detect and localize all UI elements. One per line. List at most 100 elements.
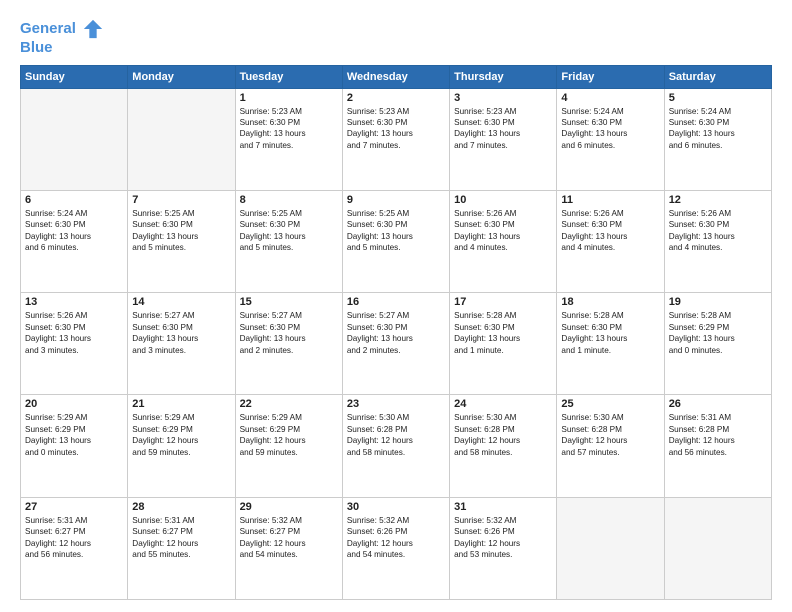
cell-info: and 7 minutes. (454, 140, 552, 151)
cell-info: and 0 minutes. (669, 345, 767, 356)
cell-info: Sunset: 6:30 PM (240, 322, 338, 333)
cell-info: Sunrise: 5:30 AM (454, 412, 552, 423)
cell-info: Sunrise: 5:27 AM (240, 310, 338, 321)
calendar-cell: 24Sunrise: 5:30 AMSunset: 6:28 PMDayligh… (450, 395, 557, 497)
cell-info: and 3 minutes. (132, 345, 230, 356)
cell-info: Sunset: 6:30 PM (561, 219, 659, 230)
cell-info: Daylight: 13 hours (347, 128, 445, 139)
day-number: 15 (240, 296, 338, 308)
calendar-cell: 30Sunrise: 5:32 AMSunset: 6:26 PMDayligh… (342, 497, 449, 599)
cell-info: Daylight: 12 hours (454, 435, 552, 446)
calendar-cell: 16Sunrise: 5:27 AMSunset: 6:30 PMDayligh… (342, 293, 449, 395)
cell-info: Sunset: 6:30 PM (454, 219, 552, 230)
calendar-cell: 3Sunrise: 5:23 AMSunset: 6:30 PMDaylight… (450, 88, 557, 190)
cell-info: and 54 minutes. (240, 549, 338, 560)
cell-info: Daylight: 13 hours (25, 435, 123, 446)
calendar-cell: 12Sunrise: 5:26 AMSunset: 6:30 PMDayligh… (664, 190, 771, 292)
weekday-header-row: SundayMondayTuesdayWednesdayThursdayFrid… (21, 65, 772, 88)
cell-info: and 4 minutes. (454, 242, 552, 253)
cell-info: Sunrise: 5:32 AM (454, 515, 552, 526)
calendar-week-2: 6Sunrise: 5:24 AMSunset: 6:30 PMDaylight… (21, 190, 772, 292)
calendar-cell: 5Sunrise: 5:24 AMSunset: 6:30 PMDaylight… (664, 88, 771, 190)
day-number: 9 (347, 194, 445, 206)
calendar-cell: 8 Sunrise: 5:25 AMSunset: 6:30 PMDaylight… (235, 190, 342, 292)
cell-info: Daylight: 12 hours (669, 435, 767, 446)
cell-info: and 56 minutes. (25, 549, 123, 560)
day-number: 25 (561, 398, 659, 410)
day-number: 29 (240, 501, 338, 513)
day-number: 7 (132, 194, 230, 206)
cell-info: Sunset: 6:30 PM (240, 117, 338, 128)
calendar-cell: 10Sunrise: 5:26 AMSunset: 6:30 PMDayligh… (450, 190, 557, 292)
weekday-thursday: Thursday (450, 65, 557, 88)
cell-info: Daylight: 13 hours (240, 128, 338, 139)
cell-info: Sunset: 6:30 PM (347, 322, 445, 333)
cell-info: Sunrise: 5:25 AM (347, 208, 445, 219)
calendar-cell: 19Sunrise: 5:28 AMSunset: 6:29 PMDayligh… (664, 293, 771, 395)
cell-info: Daylight: 12 hours (25, 538, 123, 549)
calendar-week-4: 20Sunrise: 5:29 AMSunset: 6:29 PMDayligh… (21, 395, 772, 497)
cell-info: and 1 minute. (454, 345, 552, 356)
cell-info: Daylight: 12 hours (132, 435, 230, 446)
weekday-wednesday: Wednesday (342, 65, 449, 88)
cell-info: and 4 minutes. (669, 242, 767, 253)
day-number: 1 (240, 92, 338, 104)
calendar-week-5: 27Sunrise: 5:31 AMSunset: 6:27 PMDayligh… (21, 497, 772, 599)
cell-info: Sunrise: 5:24 AM (25, 208, 123, 219)
calendar-cell: 15 Sunrise: 5:27 AMSunset: 6:30 PMDayligh… (235, 293, 342, 395)
cell-info: and 5 minutes. (240, 242, 338, 253)
calendar-cell: 29Sunrise: 5:32 AMSunset: 6:27 PMDayligh… (235, 497, 342, 599)
cell-info: Daylight: 13 hours (454, 333, 552, 344)
cell-info: Sunset: 6:28 PM (454, 424, 552, 435)
cell-info: Sunrise: 5:23 AM (347, 106, 445, 117)
day-number: 3 (454, 92, 552, 104)
cell-info: Daylight: 12 hours (347, 538, 445, 549)
cell-info: and 58 minutes. (454, 447, 552, 458)
cell-info: Sunrise: 5:23 AM (454, 106, 552, 117)
day-number: 19 (669, 296, 767, 308)
cell-info: Sunset: 6:30 PM (347, 219, 445, 230)
cell-info: and 6 minutes. (561, 140, 659, 151)
cell-info: and 7 minutes. (347, 140, 445, 151)
calendar-week-3: 13Sunrise: 5:26 AMSunset: 6:30 PMDayligh… (21, 293, 772, 395)
cell-info: Daylight: 12 hours (454, 538, 552, 549)
cell-info: Daylight: 12 hours (240, 435, 338, 446)
cell-info: Daylight: 13 hours (669, 231, 767, 242)
cell-info: and 2 minutes. (347, 345, 445, 356)
cell-info: Daylight: 13 hours (240, 231, 338, 242)
day-number: 23 (347, 398, 445, 410)
cell-info: Sunset: 6:30 PM (561, 322, 659, 333)
cell-info: Sunrise: 5:25 AM (240, 208, 338, 219)
cell-info: Sunrise: 5:32 AM (347, 515, 445, 526)
weekday-friday: Friday (557, 65, 664, 88)
cell-info: Sunrise: 5:30 AM (561, 412, 659, 423)
day-number: 14 (132, 296, 230, 308)
calendar-cell: 21Sunrise: 5:29 AMSunset: 6:29 PMDayligh… (128, 395, 235, 497)
cell-info: Sunrise: 5:28 AM (669, 310, 767, 321)
cell-info: Sunrise: 5:31 AM (25, 515, 123, 526)
page: General Blue SundayMondayTuesdayWednesda… (0, 0, 792, 612)
cell-info: Sunset: 6:27 PM (240, 526, 338, 537)
cell-info: and 5 minutes. (132, 242, 230, 253)
cell-info: Sunset: 6:29 PM (25, 424, 123, 435)
day-number: 28 (132, 501, 230, 513)
day-number: 17 (454, 296, 552, 308)
cell-info: Sunset: 6:26 PM (454, 526, 552, 537)
cell-info: Sunset: 6:27 PM (25, 526, 123, 537)
cell-info: Daylight: 13 hours (454, 231, 552, 242)
calendar-cell (128, 88, 235, 190)
cell-info: Sunset: 6:30 PM (669, 117, 767, 128)
cell-info: Sunset: 6:30 PM (240, 219, 338, 230)
logo-blue: Blue (20, 40, 104, 57)
day-number: 8 (240, 194, 338, 206)
cell-info: Sunset: 6:27 PM (132, 526, 230, 537)
cell-info: Sunrise: 5:26 AM (25, 310, 123, 321)
cell-info: Daylight: 13 hours (132, 333, 230, 344)
cell-info: Sunset: 6:30 PM (25, 219, 123, 230)
cell-info: Daylight: 13 hours (240, 333, 338, 344)
cell-info: Daylight: 12 hours (240, 538, 338, 549)
cell-info: Sunrise: 5:28 AM (454, 310, 552, 321)
calendar-cell: 26Sunrise: 5:31 AMSunset: 6:28 PMDayligh… (664, 395, 771, 497)
cell-info: Sunrise: 5:30 AM (347, 412, 445, 423)
calendar-cell: 9Sunrise: 5:25 AMSunset: 6:30 PMDaylight… (342, 190, 449, 292)
